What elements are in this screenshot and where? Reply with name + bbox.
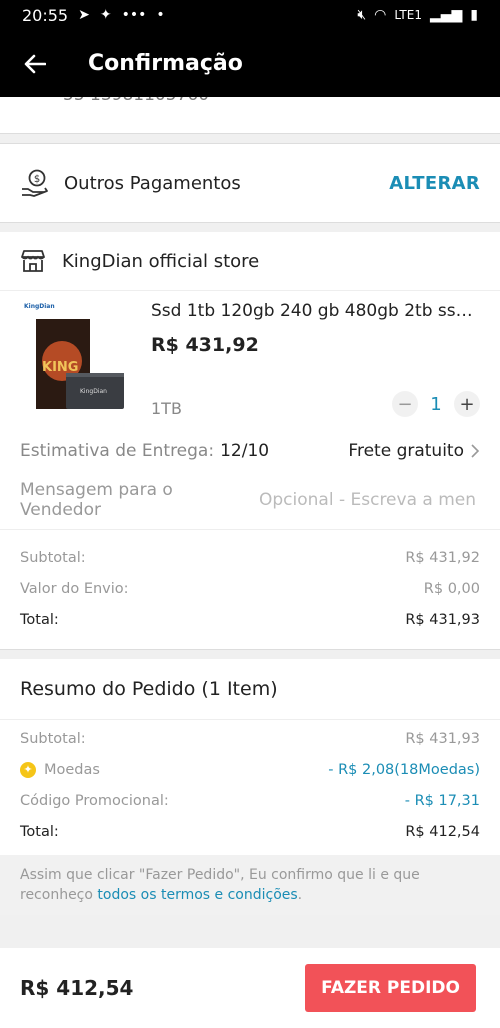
brand-logo: KingDian: [24, 303, 55, 310]
summary-total-label: Total:: [20, 823, 59, 840]
order-summary-title: Resumo do Pedido (1 Item): [0, 659, 500, 720]
store-subtotal-row: Subtotal: R$ 431,92: [0, 542, 500, 573]
mute-icon: 🔇︎: [357, 7, 367, 23]
store-shipping-row: Valor do Envio: R$ 0,00: [0, 573, 500, 604]
location-icon: ✦: [99, 7, 112, 23]
seller-message-label: Mensagem para o Vendedor: [20, 480, 173, 520]
chevron-right-icon: [471, 444, 480, 458]
store-total-label: Total:: [20, 611, 59, 628]
status-bar: 20:55 ➤ ✦ ••• • 🔇︎ ◠ LTE1 ▂▄▆ ▮: [0, 0, 500, 30]
coin-icon: ✦: [20, 761, 36, 778]
store-total-value: R$ 431,93: [405, 611, 480, 628]
product-variant: 1TB: [151, 399, 182, 418]
quantity-increase-button[interactable]: +: [454, 391, 480, 417]
store-total-row: Total: R$ 431,93: [0, 604, 500, 635]
summary-promo-label: Código Promocional:: [20, 792, 169, 809]
summary-subtotal-value: R$ 431,93: [405, 730, 480, 747]
seller-message-input[interactable]: [257, 489, 480, 511]
summary-promo-row[interactable]: Código Promocional: - R$ 17,31: [0, 785, 500, 816]
summary-coins-label: Moedas: [44, 761, 100, 778]
status-time: 20:55: [22, 5, 69, 25]
product-item: KingDian KING KingDian Ssd 1tb 120gb 240…: [0, 291, 500, 431]
back-button[interactable]: [22, 51, 48, 77]
quantity-value: 1: [430, 393, 442, 415]
terms-notice: Assim que clicar "Fazer Pedido", Eu conf…: [0, 855, 500, 915]
store-shipping-label: Valor do Envio:: [20, 580, 129, 597]
summary-total-value: R$ 412,54: [405, 823, 480, 840]
summary-coins-row[interactable]: ✦ Moedas - R$ 2,08(18Moedas): [0, 754, 500, 785]
place-order-button[interactable]: FAZER PEDIDO: [305, 964, 476, 1012]
store-icon: [21, 250, 45, 272]
summary-subtotal-row: Subtotal: R$ 431,93: [0, 723, 500, 754]
order-summary-card: Resumo do Pedido (1 Item) Subtotal: R$ 4…: [0, 659, 500, 915]
svg-text:$: $: [34, 174, 40, 185]
change-payment-button[interactable]: ALTERAR: [389, 173, 480, 194]
store-header[interactable]: KingDian official store: [0, 232, 500, 291]
wifi-icon: ◠: [374, 7, 387, 23]
bottom-total: R$ 412,54: [20, 976, 134, 1000]
delivery-date: 12/10: [220, 441, 270, 461]
seller-message-row: Mensagem para o Vendedor: [0, 471, 500, 530]
payment-method-row: $ Outros Pagamentos ALTERAR: [0, 143, 500, 223]
shipping-label: Frete gratuito: [348, 441, 464, 461]
bottom-checkout-bar: R$ 412,54 FAZER PEDIDO: [0, 948, 500, 1028]
app-bar: Confirmação: [0, 30, 500, 97]
divider: [0, 650, 500, 659]
terms-link[interactable]: todos os termos e condições: [97, 887, 297, 903]
network-label: LTE1: [394, 8, 422, 22]
page-title: Confirmação: [88, 51, 243, 76]
address-card[interactable]: 55 13981105760: [0, 97, 500, 134]
payment-label: Outros Pagamentos: [64, 172, 241, 194]
address-phone: 55 13981105760: [63, 97, 209, 105]
summary-total-row: Total: R$ 412,54: [0, 816, 500, 847]
store-name: KingDian official store: [62, 250, 260, 272]
store-card: KingDian official store KingDian KING Ki…: [0, 232, 500, 650]
svg-text:KING: KING: [42, 360, 78, 375]
store-shipping-value: R$ 0,00: [423, 580, 480, 597]
more-dots-icon: •••: [121, 7, 147, 23]
svg-text:KingDian: KingDian: [80, 388, 107, 395]
product-title: Ssd 1tb 120gb 240 gb 480gb 2tb ssd ...: [151, 301, 481, 321]
divider: [0, 134, 500, 143]
store-subtotal-value: R$ 431,92: [405, 549, 480, 566]
product-price: R$ 431,92: [151, 334, 259, 356]
back-arrow-icon: [24, 54, 46, 73]
battery-icon: ▮: [470, 7, 478, 23]
quantity-stepper: − 1 +: [392, 391, 480, 417]
terms-end: .: [297, 887, 303, 903]
delivery-row: Estimativa de Entrega: 12/10 Frete gratu…: [0, 431, 500, 471]
telegram-icon: ➤: [78, 7, 90, 23]
store-subtotal-label: Subtotal:: [20, 549, 86, 566]
coin-hand-icon: $: [22, 169, 48, 197]
dot-icon: •: [156, 7, 165, 23]
delivery-label: Estimativa de Entrega:: [20, 441, 215, 461]
divider: [0, 223, 500, 232]
summary-subtotal-label: Subtotal:: [20, 730, 86, 747]
summary-coins-value: - R$ 2,08(18Moedas): [328, 761, 480, 778]
shipping-option-button[interactable]: Frete gratuito: [348, 441, 480, 461]
signal-icon: ▂▄▆: [429, 7, 463, 23]
spacer: [0, 635, 500, 650]
summary-promo-value: - R$ 17,31: [404, 792, 480, 809]
quantity-decrease-button[interactable]: −: [392, 391, 418, 417]
product-image[interactable]: KingDian KING KingDian: [22, 299, 136, 417]
